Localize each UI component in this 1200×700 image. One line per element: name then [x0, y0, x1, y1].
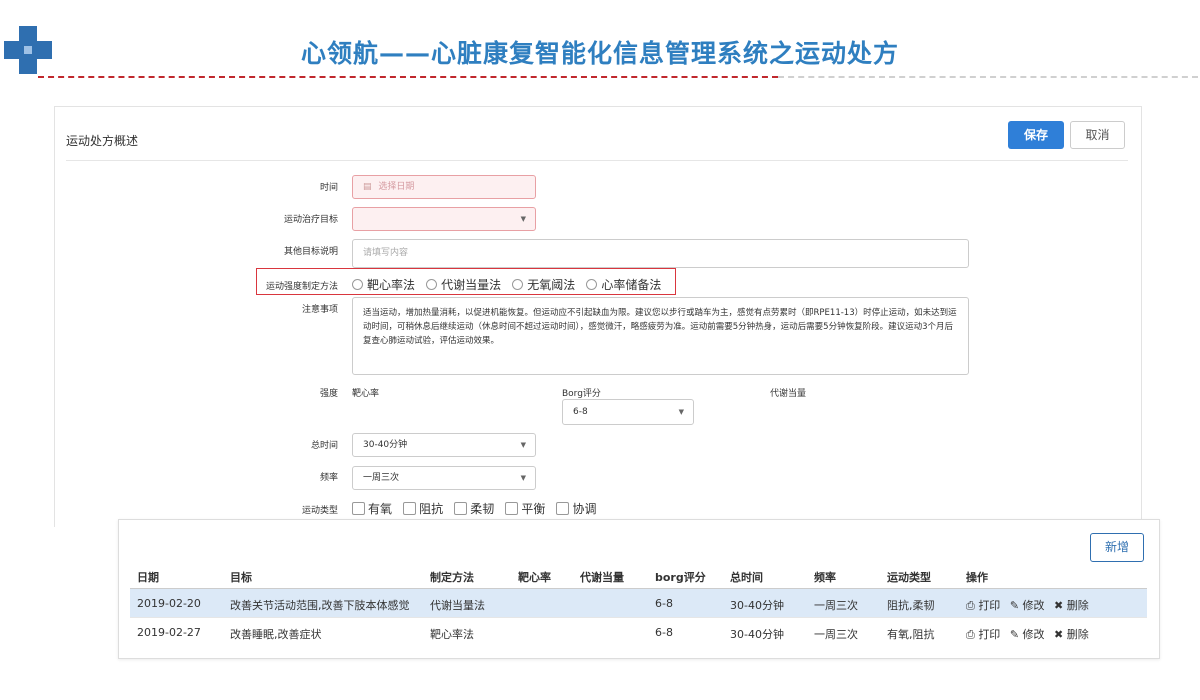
caret-down-icon: ▼	[520, 474, 526, 482]
goal-label: 运动治疗目标	[283, 215, 338, 225]
cell-borg: 6-8	[655, 626, 673, 639]
radio-icon	[426, 279, 438, 290]
method-radio-group: 靶心率法 代谢当量法 无氧阈法 心率储备法	[352, 274, 667, 293]
row-divider	[130, 617, 1147, 618]
column-header-target-hr: 靶心率	[518, 571, 551, 584]
checkbox-icon	[352, 502, 365, 515]
cell-frequency: 一周三次	[814, 628, 858, 641]
radio-icon	[586, 279, 598, 290]
row-actions: ⎙ 打印 ✎ 修改 ✖ 删除	[966, 597, 1089, 613]
header-divider	[38, 76, 778, 78]
notes-label: 注意事项	[301, 305, 338, 315]
column-header-actions: 操作	[966, 571, 988, 584]
radio-icon	[352, 279, 363, 290]
panel-title: 运动处方概述	[66, 134, 139, 148]
edit-link[interactable]: ✎ 修改	[1010, 628, 1045, 641]
radio-anaerobic[interactable]: 无氧阈法	[512, 274, 581, 293]
close-icon: ✖	[1054, 599, 1064, 612]
total-time-label: 总时间	[310, 441, 338, 451]
add-button[interactable]: 新增	[1090, 533, 1144, 562]
cell-method: 代谢当量法	[430, 599, 485, 612]
cell-goal: 改善睡眠,改善症状	[230, 628, 322, 641]
notes-textarea[interactable]: 适当运动，增加热量消耗，以促进机能恢复。但运动应不引起缺血为限。建议您以步行或踏…	[352, 297, 969, 375]
radio-icon	[512, 279, 524, 290]
cell-method: 靶心率法	[430, 628, 474, 641]
print-link[interactable]: ⎙ 打印	[966, 628, 1000, 641]
checkbox-coordination[interactable]: 协调	[556, 498, 602, 517]
edit-icon: ✎	[1009, 599, 1020, 612]
printer-icon: ⎙	[966, 599, 975, 612]
caret-down-icon: ▼	[678, 408, 684, 416]
intensity-label: 强度	[319, 389, 338, 399]
frequency-label: 频率	[319, 473, 338, 483]
row-actions: ⎙ 打印 ✎ 修改 ✖ 删除	[966, 626, 1089, 642]
total-time-select[interactable]: 30-40分钟 ▼	[352, 433, 536, 457]
cell-type: 阻抗,柔韧	[887, 599, 935, 612]
frequency-select[interactable]: 一周三次 ▼	[352, 466, 536, 490]
checkbox-resistance[interactable]: 阻抗	[403, 498, 449, 517]
other-goal-input[interactable]: 请填写内容	[352, 239, 969, 268]
column-header-frequency: 频率	[814, 571, 836, 584]
cell-type: 有氧,阻抗	[887, 628, 935, 641]
header-divider-gray	[778, 76, 1198, 78]
exercise-type-label: 运动类型	[301, 506, 338, 516]
column-header-met: 代谢当量	[580, 571, 624, 584]
delete-link[interactable]: ✖ 删除	[1054, 599, 1089, 612]
checkbox-balance[interactable]: 平衡	[505, 498, 551, 517]
target-hr-label: 靶心率	[352, 389, 380, 399]
checkbox-icon	[556, 502, 570, 515]
checkbox-icon	[505, 502, 519, 515]
panel-divider	[66, 160, 1128, 161]
column-header-total-time: 总时间	[730, 571, 763, 584]
other-goal-label: 其他目标说明	[283, 247, 338, 257]
edit-link[interactable]: ✎ 修改	[1010, 599, 1045, 612]
calendar-icon: ▤	[363, 182, 372, 192]
caret-down-icon: ▼	[520, 215, 526, 223]
checkbox-icon	[403, 502, 417, 515]
radio-met[interactable]: 代谢当量法	[426, 274, 507, 293]
checkbox-icon	[454, 502, 468, 515]
radio-target-hr[interactable]: 靶心率法	[352, 274, 421, 293]
borg-select[interactable]: 6-8 ▼	[562, 399, 694, 425]
cell-frequency: 一周三次	[814, 599, 858, 612]
column-header-type: 运动类型	[887, 571, 931, 584]
cell-goal: 改善关节活动范围,改善下肢本体感觉	[230, 599, 410, 612]
radio-hr-reserve[interactable]: 心率储备法	[586, 274, 667, 293]
cell-borg: 6-8	[655, 597, 673, 610]
print-link[interactable]: ⎙ 打印	[966, 599, 1000, 612]
column-header-borg: borg评分	[655, 571, 706, 584]
cell-total-time: 30-40分钟	[730, 628, 784, 641]
borg-label: Borg评分	[562, 389, 601, 399]
save-button[interactable]: 保存	[1008, 121, 1064, 149]
checkbox-aerobic[interactable]: 有氧	[352, 498, 398, 517]
edit-icon: ✎	[1009, 628, 1020, 641]
checkbox-flexibility[interactable]: 柔韧	[454, 498, 500, 517]
date-picker-input[interactable]: ▤ 选择日期	[352, 175, 536, 199]
column-header-date: 日期	[137, 571, 159, 584]
page-title: 心领航——心脏康复智能化信息管理系统之运动处方	[300, 39, 899, 68]
close-icon: ✖	[1054, 628, 1064, 641]
exercise-type-checkbox-group: 有氧 阻抗 柔韧 平衡 协调	[352, 498, 602, 517]
column-header-method: 制定方法	[430, 571, 474, 584]
cell-date: 2019-02-20	[137, 597, 201, 610]
time-label: 时间	[319, 183, 338, 193]
met-label: 代谢当量	[770, 389, 807, 399]
cell-date: 2019-02-27	[137, 626, 201, 639]
goal-select[interactable]: ▼	[352, 207, 536, 231]
column-header-goal: 目标	[230, 571, 252, 584]
cancel-button[interactable]: 取消	[1070, 121, 1125, 149]
caret-down-icon: ▼	[520, 441, 526, 449]
method-label: 运动强度制定方法	[265, 282, 338, 292]
cell-total-time: 30-40分钟	[730, 599, 784, 612]
delete-link[interactable]: ✖ 删除	[1054, 628, 1089, 641]
printer-icon: ⎙	[966, 628, 975, 641]
